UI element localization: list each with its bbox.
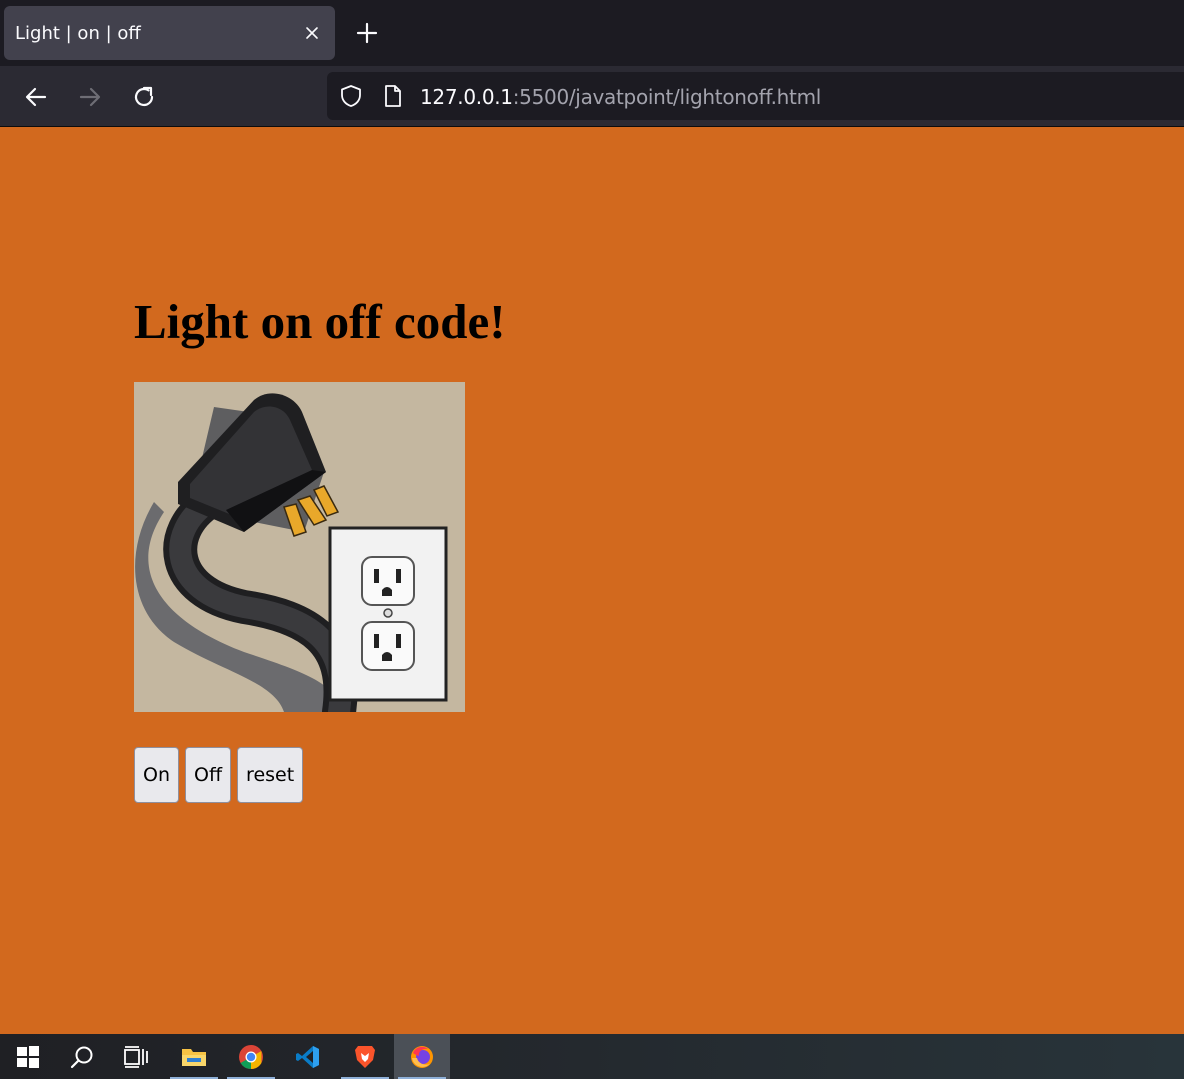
chrome-icon[interactable] xyxy=(223,1034,279,1079)
url-host: 127.0.0.1 xyxy=(420,85,513,109)
firefox-icon[interactable] xyxy=(394,1034,450,1079)
page-title: Light on off code! xyxy=(134,294,506,349)
plug-outlet-image xyxy=(134,382,465,712)
reset-button[interactable]: reset xyxy=(237,747,304,803)
vscode-icon[interactable] xyxy=(280,1034,336,1079)
off-button[interactable]: Off xyxy=(185,747,232,803)
new-tab-icon[interactable] xyxy=(354,20,380,46)
button-row: On Off reset xyxy=(134,747,304,803)
navigation-bar: 127.0.0.1:5500/javatpoint/lightonoff.htm… xyxy=(0,66,1184,127)
search-icon[interactable] xyxy=(54,1034,110,1079)
forward-arrow-icon[interactable] xyxy=(77,84,103,110)
page-icon[interactable] xyxy=(383,84,403,108)
tab-strip: Light | on | off xyxy=(0,0,1184,66)
brave-icon[interactable] xyxy=(337,1034,393,1079)
url-bar[interactable]: 127.0.0.1:5500/javatpoint/lightonoff.htm… xyxy=(327,72,1184,120)
back-arrow-icon[interactable] xyxy=(23,84,49,110)
tab-title: Light | on | off xyxy=(15,22,141,44)
page-viewport: Light on off code! On Off reset xyxy=(0,127,1184,1034)
on-button[interactable]: On xyxy=(134,747,179,803)
url-path: :5500/javatpoint/lightonoff.html xyxy=(512,85,822,109)
start-icon[interactable] xyxy=(0,1034,56,1079)
url-text[interactable]: 127.0.0.1:5500/javatpoint/lightonoff.htm… xyxy=(420,85,821,109)
taskbar xyxy=(0,1034,1184,1079)
file-explorer-icon[interactable] xyxy=(166,1034,222,1079)
tab-active[interactable]: Light | on | off xyxy=(4,6,335,60)
shield-icon[interactable] xyxy=(339,84,363,108)
close-icon[interactable] xyxy=(303,24,321,42)
reload-icon[interactable] xyxy=(131,84,157,110)
task-view-icon[interactable] xyxy=(108,1034,164,1079)
